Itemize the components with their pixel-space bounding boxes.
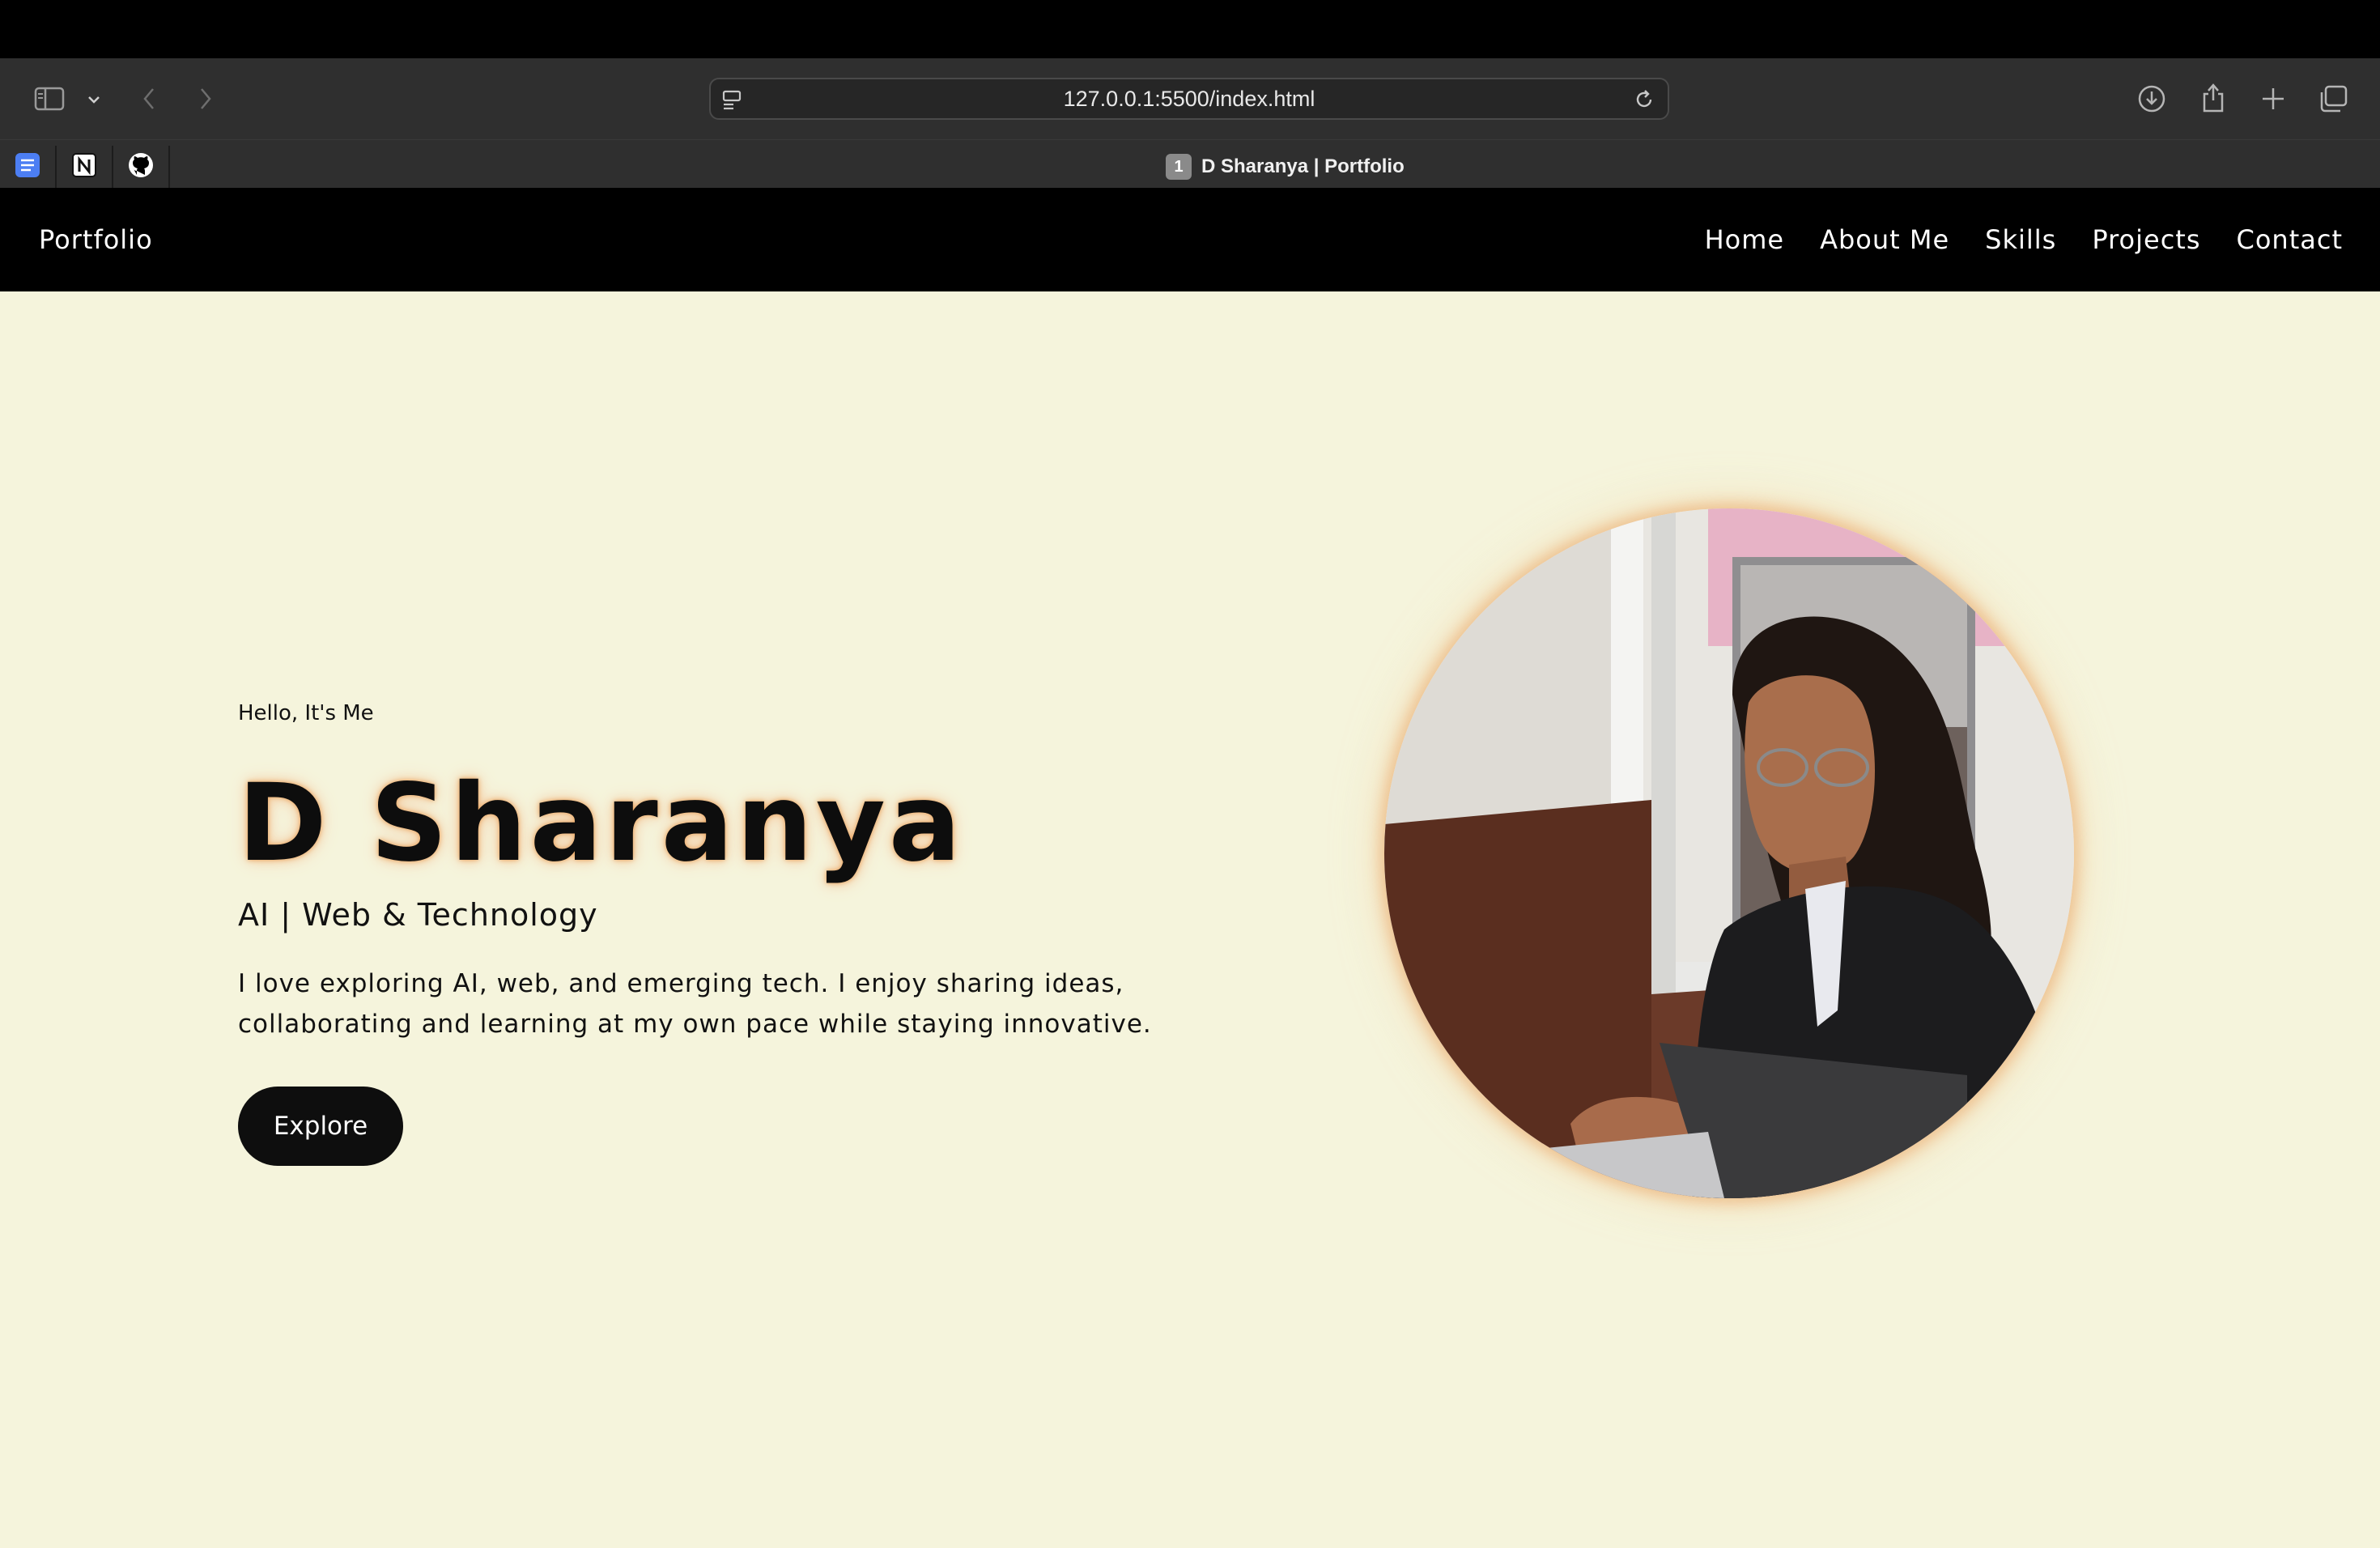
sidebar-icon[interactable] <box>31 83 68 115</box>
new-tab-icon[interactable] <box>2257 83 2289 115</box>
nav-home[interactable]: Home <box>1705 224 1785 255</box>
nav-contact[interactable]: Contact <box>2237 224 2344 255</box>
chevron-down-icon[interactable] <box>83 89 105 110</box>
explore-button[interactable]: Explore <box>238 1087 403 1166</box>
hero-name: D Sharanya <box>238 761 964 886</box>
hero-description: I love exploring AI, web, and emerging t… <box>238 969 1152 1039</box>
nav-skills[interactable]: Skills <box>1985 224 2056 255</box>
download-icon[interactable] <box>2136 83 2168 115</box>
hero-kicker: Hello, It's Me <box>238 701 374 725</box>
system-top-bar <box>0 0 2380 58</box>
pinned-tab-notion[interactable] <box>57 146 113 188</box>
hero-role: AI | Web & Technology <box>238 897 598 933</box>
back-icon[interactable] <box>136 83 162 115</box>
brand-logo[interactable]: Portfolio <box>39 188 153 291</box>
pinned-tab-docs[interactable] <box>0 146 57 188</box>
pinned-tab-github[interactable] <box>113 146 170 188</box>
share-icon[interactable] <box>2197 79 2229 115</box>
tab-badge: 1 <box>1166 154 1192 180</box>
tab-overview-icon[interactable] <box>2317 83 2349 115</box>
forward-icon[interactable] <box>193 83 219 115</box>
nav-links: Home About Me Skills Projects Contact <box>1705 188 2343 291</box>
reload-icon[interactable] <box>1630 86 1658 113</box>
notion-icon <box>70 151 98 182</box>
url-text[interactable]: 127.0.0.1:5500/index.html <box>711 79 1668 118</box>
github-icon <box>127 151 155 182</box>
site-navbar: Portfolio Home About Me Skills Projects … <box>0 188 2380 291</box>
active-tab[interactable]: 1 D Sharanya | Portfolio <box>1166 151 1405 183</box>
nav-projects[interactable]: Projects <box>2092 224 2200 255</box>
address-bar[interactable]: 127.0.0.1:5500/index.html <box>709 78 1669 120</box>
docs-icon <box>14 151 41 182</box>
tab-title: D Sharanya | Portfolio <box>1201 155 1405 177</box>
profile-photo <box>1384 508 2074 1198</box>
nav-about[interactable]: About Me <box>1820 224 1949 255</box>
